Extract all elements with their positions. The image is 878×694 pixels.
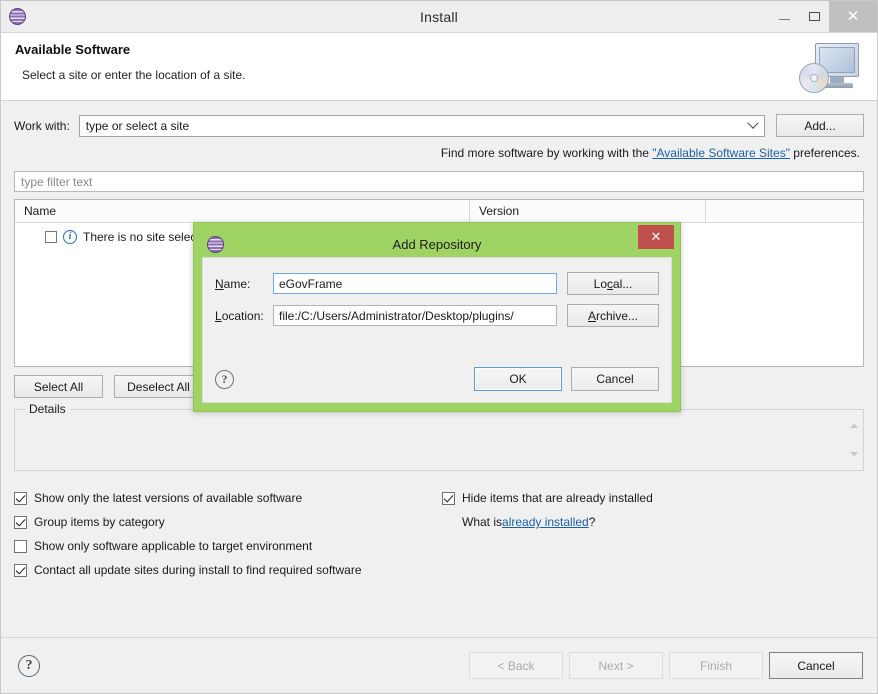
option-group-by-category[interactable]: Group items by category: [14, 510, 444, 534]
scroll-up-icon[interactable]: [850, 423, 858, 428]
select-all-button[interactable]: Select All: [14, 375, 103, 398]
location-label-rest: ocation:: [222, 309, 264, 323]
page-title: Available Software: [15, 42, 877, 57]
options-right-column: Hide items that are already installed Wh…: [442, 486, 862, 534]
already-installed-link[interactable]: already installed: [502, 515, 589, 529]
archive-label-rest: rchive...: [596, 309, 638, 323]
window-controls: ✕: [769, 1, 877, 32]
name-input[interactable]: eGovFrame: [273, 273, 557, 294]
install-wizard-window: Install ✕ Available Software Select a si…: [0, 0, 878, 694]
finish-button[interactable]: Finish: [669, 652, 763, 679]
already-installed-prefix: What is: [462, 515, 502, 529]
name-label-rest: ame:: [224, 277, 251, 291]
back-button[interactable]: < Back: [469, 652, 563, 679]
minimize-button[interactable]: [769, 1, 799, 32]
checkbox-applicable-target-environment[interactable]: [14, 540, 27, 553]
find-more-suffix: preferences.: [790, 146, 860, 160]
already-installed-text: What is already installed?: [442, 510, 862, 534]
option-applicable-target-environment[interactable]: Show only software applicable to target …: [14, 534, 444, 558]
option-show-latest-versions[interactable]: Show only the latest versions of availab…: [14, 486, 444, 510]
dialog-footer: ? OK Cancel: [215, 367, 659, 391]
wizard-header: Available Software Select a site or ente…: [1, 33, 877, 101]
close-icon: ✕: [847, 9, 860, 24]
location-label-mnemonic: L: [215, 309, 222, 323]
find-more-prefix: Find more software by working with the: [441, 146, 652, 160]
wizard-navigation-buttons: < Back Next > Finish Cancel: [469, 652, 863, 679]
option-label: Show only software applicable to target …: [34, 539, 312, 553]
cancel-button[interactable]: Cancel: [769, 652, 863, 679]
work-with-label: Work with:: [14, 119, 70, 133]
available-software-sites-link[interactable]: "Available Software Sites": [652, 146, 790, 160]
work-with-row: Work with: type or select a site Add...: [14, 114, 864, 137]
dialog-cancel-button[interactable]: Cancel: [571, 367, 659, 391]
local-label-rest: al...: [613, 277, 632, 291]
minimize-icon: [779, 19, 790, 20]
chevron-down-icon: [749, 116, 757, 136]
local-button[interactable]: Local...: [567, 272, 659, 295]
window-title-bar: Install ✕: [1, 1, 877, 33]
ok-button[interactable]: OK: [474, 367, 562, 391]
option-label: Contact all update sites during install …: [34, 563, 362, 577]
dialog-title: Add Repository: [202, 237, 672, 252]
local-label-prefix: Lo: [594, 277, 607, 291]
option-label: Show only the latest versions of availab…: [34, 491, 302, 505]
details-group: Details: [14, 409, 864, 471]
computer-cd-icon: [797, 35, 869, 99]
column-header-version[interactable]: Version: [470, 200, 706, 222]
window-title: Install: [1, 9, 877, 25]
archive-label-mnemonic: A: [588, 309, 596, 323]
close-window-button[interactable]: ✕: [829, 1, 877, 32]
dialog-close-button[interactable]: ✕: [638, 225, 674, 249]
dialog-body: Name: eGovFrame Local... Location: file:…: [202, 257, 672, 403]
option-hide-installed-items[interactable]: Hide items that are already installed: [442, 486, 862, 510]
dialog-action-buttons: OK Cancel: [474, 367, 659, 391]
options-area: Show only the latest versions of availab…: [14, 486, 864, 586]
help-button[interactable]: ?: [18, 655, 40, 677]
work-with-combobox[interactable]: type or select a site: [79, 115, 765, 137]
info-icon: i: [63, 230, 77, 244]
archive-button[interactable]: Archive...: [567, 304, 659, 327]
table-header-row: Name Version: [15, 200, 863, 223]
option-label: Hide items that are already installed: [462, 491, 653, 505]
details-scrollbar[interactable]: [848, 423, 859, 457]
location-input[interactable]: file:/C:/Users/Administrator/Desktop/plu…: [273, 305, 557, 326]
option-label: Group items by category: [34, 515, 165, 529]
work-with-value: type or select a site: [80, 119, 189, 133]
maximize-button[interactable]: [799, 1, 829, 32]
column-header-extra[interactable]: [706, 200, 863, 222]
add-button[interactable]: Add...: [776, 114, 864, 137]
add-repository-dialog: Add Repository ✕ Name: eGovFrame Local..…: [193, 222, 681, 412]
scroll-down-icon[interactable]: [850, 452, 858, 457]
close-icon: ✕: [651, 229, 662, 245]
dialog-title-bar: Add Repository ✕: [202, 231, 672, 257]
row-checkbox[interactable]: [45, 231, 57, 243]
checkbox-show-latest-versions[interactable]: [14, 492, 27, 505]
location-label: Location:: [215, 309, 273, 323]
name-field-row: Name: eGovFrame Local...: [215, 272, 659, 295]
next-button[interactable]: Next >: [569, 652, 663, 679]
details-label: Details: [25, 402, 70, 416]
options-left-column: Show only the latest versions of availab…: [14, 486, 444, 582]
find-more-software-text: Find more software by working with the "…: [14, 146, 864, 160]
name-label: Name:: [215, 277, 273, 291]
filter-input[interactable]: type filter text: [14, 171, 864, 192]
checkbox-contact-update-sites[interactable]: [14, 564, 27, 577]
deselect-all-button[interactable]: Deselect All: [114, 375, 203, 398]
column-header-name[interactable]: Name: [15, 200, 470, 222]
checkbox-group-by-category[interactable]: [14, 516, 27, 529]
wizard-button-bar: ? < Back Next > Finish Cancel: [1, 637, 877, 693]
name-label-mnemonic: N: [215, 277, 224, 291]
maximize-icon: [809, 12, 820, 21]
option-contact-update-sites[interactable]: Contact all update sites during install …: [14, 558, 444, 582]
dialog-help-button[interactable]: ?: [215, 370, 234, 389]
location-field-row: Location: file:/C:/Users/Administrator/D…: [215, 304, 659, 327]
checkbox-hide-installed-items[interactable]: [442, 492, 455, 505]
already-installed-suffix: ?: [589, 515, 596, 529]
page-subtitle: Select a site or enter the location of a…: [22, 68, 877, 82]
